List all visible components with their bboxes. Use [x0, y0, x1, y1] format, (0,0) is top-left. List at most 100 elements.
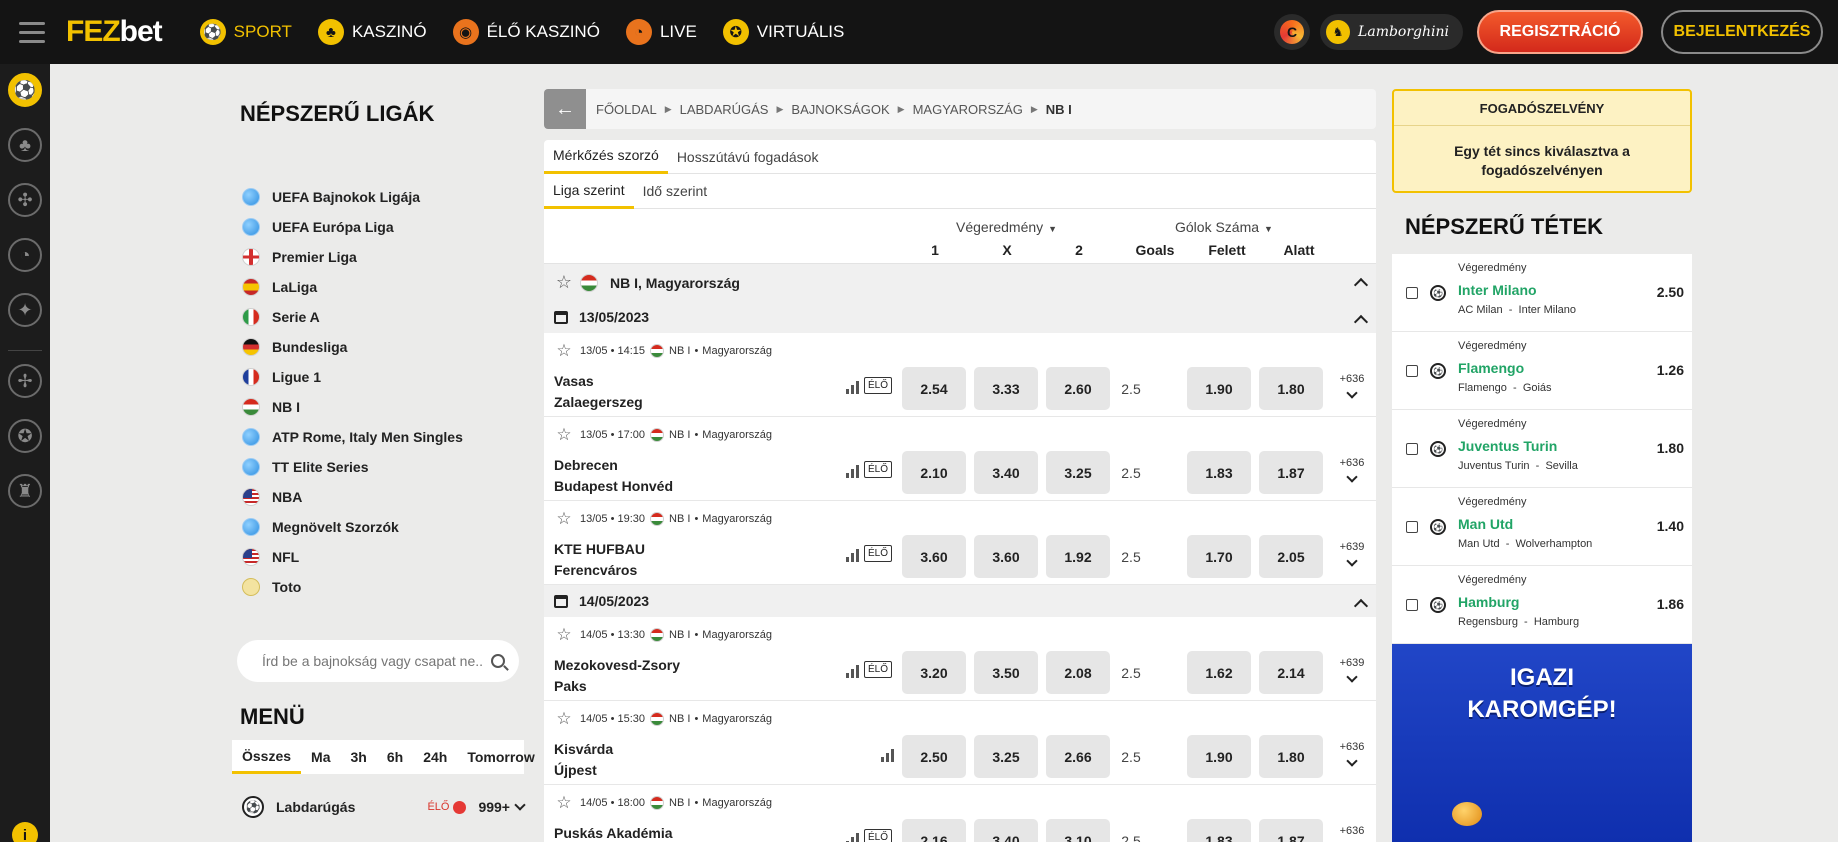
hamburger-menu-icon[interactable] — [0, 0, 64, 64]
back-arrow-icon[interactable]: ← — [544, 89, 586, 129]
menu-tab-2[interactable]: 3h — [341, 740, 377, 774]
match-teams[interactable]: Mezokovesd-Zsory Paks — [554, 655, 680, 697]
brand-logo[interactable]: FEZbet — [66, 15, 163, 49]
chevron-up-icon[interactable] — [1353, 277, 1369, 293]
virtual-icon[interactable]: ✦ — [8, 293, 42, 327]
league-item[interactable]: UEFA Európa Liga — [242, 218, 394, 236]
lamborghini-promo[interactable]: ♞ Lamborghini — [1320, 14, 1463, 50]
stats-icon[interactable] — [846, 381, 859, 394]
match-teams[interactable]: KTE HUFBAU Ferencváros — [554, 539, 645, 581]
odd-button-under[interactable]: 1.80 — [1259, 367, 1323, 410]
league-item[interactable]: Serie A — [242, 308, 320, 326]
menu-tab-5[interactable]: Tomorrow — [457, 740, 544, 774]
search-icon[interactable] — [491, 654, 505, 668]
more-markets-button[interactable]: +639 — [1337, 657, 1367, 683]
match-row[interactable]: ☆ 14/05 • 18:00 NB I • Magyarország Puskás … — [544, 785, 1376, 842]
odd-button-ox[interactable]: 3.40 — [974, 451, 1038, 494]
odd-button-over[interactable]: 1.90 — [1187, 735, 1251, 778]
info-icon[interactable]: i — [12, 822, 38, 842]
stats-icon[interactable] — [846, 665, 859, 678]
bet-odd[interactable]: 1.26 — [1657, 362, 1684, 378]
breadcrumb-item-2[interactable]: BAJNOKSÁGOK — [791, 102, 889, 117]
league-item[interactable]: UEFA Bajnokok Ligája — [242, 188, 420, 206]
league-item[interactable]: TT Elite Series — [242, 458, 368, 476]
odd-button-under[interactable]: 1.87 — [1259, 819, 1323, 842]
popular-bet-row[interactable]: ⚽ Végeredmény Hamburg Regensburg - Hamburg 1… — [1392, 566, 1692, 644]
nav-item-0[interactable]: ⚽ SPORT — [199, 19, 292, 45]
odd-button-over[interactable]: 1.90 — [1187, 367, 1251, 410]
nav-item-4[interactable]: ✪ VIRTUÁLIS — [722, 19, 844, 45]
menu-tab-3[interactable]: 6h — [377, 740, 413, 774]
odd-button-under[interactable]: 2.05 — [1259, 535, 1323, 578]
league-item[interactable]: Ligue 1 — [242, 368, 321, 386]
tabs2-tab-0[interactable]: Liga szerint — [544, 174, 634, 209]
stats-icon[interactable] — [846, 833, 859, 842]
star-badge-icon[interactable]: ✪ — [8, 419, 42, 453]
odd-button-o1[interactable]: 3.20 — [902, 651, 966, 694]
league-item[interactable]: NB I — [242, 398, 300, 416]
date-group-header[interactable]: 14/05/2023 — [544, 585, 1376, 617]
odd-button-o1[interactable]: 2.54 — [902, 367, 966, 410]
odd-button-ox[interactable]: 3.60 — [974, 535, 1038, 578]
star-icon[interactable]: ☆ — [554, 509, 574, 529]
nav-item-1[interactable]: ♣ KASZINÓ — [317, 19, 427, 45]
match-row[interactable]: ☆ 13/05 • 17:00 NB I • Magyarország Debrece… — [544, 417, 1376, 501]
bet-checkbox[interactable] — [1406, 365, 1418, 377]
match-row[interactable]: ☆ 13/05 • 19:30 NB I • Magyarország KTE HUF… — [544, 501, 1376, 585]
star-icon[interactable]: ☆ — [554, 625, 574, 645]
more-markets-button[interactable]: +639 — [1337, 541, 1367, 567]
roulette-icon[interactable]: ✣ — [8, 183, 42, 217]
league-item[interactable]: ATP Rome, Italy Men Singles — [242, 428, 463, 446]
trophy-icon[interactable]: ♜ — [8, 474, 42, 508]
chevron-down-icon[interactable] — [514, 799, 526, 811]
bet-checkbox[interactable] — [1406, 287, 1418, 299]
promo-banner[interactable]: IGAZI KAROMGÉP! — [1392, 644, 1692, 842]
popular-bet-row[interactable]: ⚽ Végeredmény Juventus Turin Juventus Turin… — [1392, 410, 1692, 488]
club-icon[interactable]: ♣ — [8, 128, 42, 162]
star-icon[interactable]: ☆ — [554, 793, 574, 813]
odd-button-ox[interactable]: 3.33 — [974, 367, 1038, 410]
register-button[interactable]: REGISZTRÁCIÓ — [1477, 10, 1643, 54]
basketball-icon[interactable]: ✢ — [8, 364, 42, 398]
more-markets-button[interactable]: +636 — [1337, 457, 1367, 483]
league-item[interactable]: Bundesliga — [242, 338, 347, 356]
match-teams[interactable]: Kisvárda Újpest — [554, 739, 613, 781]
match-row[interactable]: ☆ 14/05 • 15:30 NB I • Magyarország Kisvárd… — [544, 701, 1376, 785]
league-group-header[interactable]: ☆ NB I, Magyarország — [544, 264, 1376, 301]
chevron-up-icon[interactable] — [1353, 598, 1369, 614]
tabs1-tab-0[interactable]: Mérkőzés szorzó — [544, 140, 668, 174]
market-select-result[interactable]: Végeredmény ▼ — [956, 219, 1057, 235]
odd-button-ox[interactable]: 3.40 — [974, 819, 1038, 842]
star-icon[interactable]: ☆ — [554, 425, 574, 445]
bet-odd[interactable]: 2.50 — [1657, 284, 1684, 300]
odd-button-o1[interactable]: 2.10 — [902, 451, 966, 494]
match-row[interactable]: ☆ 13/05 • 14:15 NB I • Magyarország Vasas Za… — [544, 333, 1376, 417]
promo-badge[interactable]: C — [1274, 14, 1311, 50]
stats-icon[interactable] — [846, 465, 859, 478]
bet-checkbox[interactable] — [1406, 443, 1418, 455]
star-icon[interactable]: ☆ — [554, 341, 574, 361]
match-teams[interactable]: Debrecen Budapest Honvéd — [554, 455, 673, 497]
odd-button-ox[interactable]: 3.50 — [974, 651, 1038, 694]
odd-button-over[interactable]: 1.83 — [1187, 819, 1251, 842]
more-markets-button[interactable]: +636 — [1337, 741, 1367, 767]
league-item[interactable]: NFL — [242, 548, 299, 566]
login-button[interactable]: BEJELENTKEZÉS — [1661, 10, 1823, 54]
menu-tab-4[interactable]: 24h — [413, 740, 457, 774]
popular-bet-row[interactable]: ⚽ Végeredmény Inter Milano AC Milan - Inter… — [1392, 254, 1692, 332]
odd-button-o1[interactable]: 2.16 — [902, 819, 966, 842]
more-markets-button[interactable]: +636 — [1337, 373, 1367, 399]
odd-button-over[interactable]: 1.62 — [1187, 651, 1251, 694]
odd-button-over[interactable]: 1.83 — [1187, 451, 1251, 494]
nav-item-3[interactable]: ◔ LIVE — [625, 19, 697, 45]
stats-icon[interactable] — [846, 549, 859, 562]
bet-checkbox[interactable] — [1406, 521, 1418, 533]
tabs2-tab-1[interactable]: Idő szerint — [634, 174, 717, 209]
league-search-input[interactable] — [262, 653, 482, 669]
league-item[interactable]: NBA — [242, 488, 302, 506]
chevron-up-icon[interactable] — [1353, 314, 1369, 330]
match-teams[interactable]: Puskás Akadémia — [554, 823, 673, 842]
menu-tab-1[interactable]: Ma — [301, 740, 340, 774]
odd-button-under[interactable]: 2.14 — [1259, 651, 1323, 694]
match-teams[interactable]: Vasas Zalaegerszeg — [554, 371, 643, 413]
